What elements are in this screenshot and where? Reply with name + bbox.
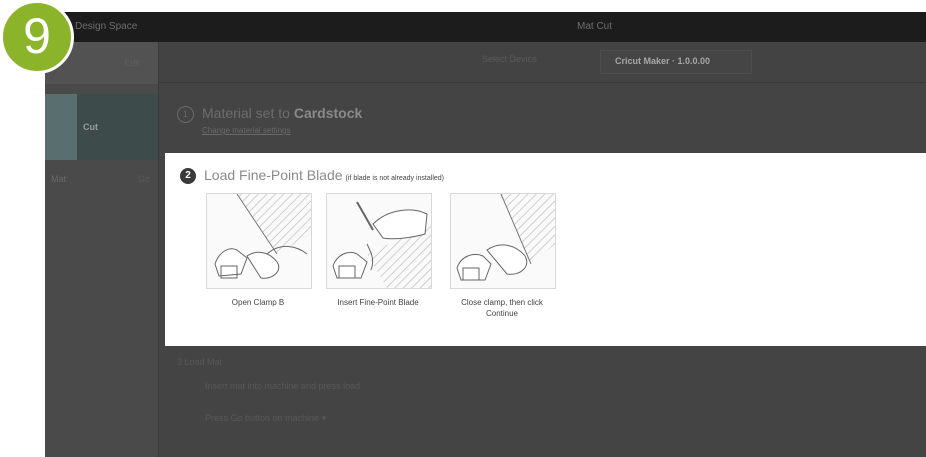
open-clamp-illustration xyxy=(206,193,312,289)
card-caption: Open Clamp B xyxy=(231,298,285,307)
step-load-mat-title: 3 Load Mat xyxy=(177,357,223,367)
panel-title-note: (if blade is not already installed) xyxy=(345,175,444,182)
sidebar-header-label: Edit xyxy=(124,58,140,68)
step-badge: 9 xyxy=(0,0,74,74)
sidebar-row-right: Go xyxy=(137,174,150,184)
load-blade-panel: 2 Load Fine-Point Blade (if blade is not … xyxy=(165,153,926,346)
change-material-link[interactable]: Change material settings xyxy=(202,126,291,135)
device-select[interactable]: Cricut Maker · 1.0.0.00 xyxy=(600,50,752,74)
panel-title-text: Load Fine-Point Blade xyxy=(204,167,343,183)
title-bar: Design Space Mat Cut xyxy=(45,12,926,42)
sidebar-row[interactable]: Mat Go xyxy=(45,170,158,190)
instruction-card: Insert Fine-Point Blade xyxy=(326,193,432,308)
sidebar-item-cut[interactable]: Cut xyxy=(45,94,158,160)
insert-blade-illustration xyxy=(326,193,432,289)
step-number: 1 xyxy=(177,106,194,123)
device-select-value: Cricut Maker · 1.0.0.00 xyxy=(615,56,711,66)
sidebar-item-label: Cut xyxy=(83,122,98,132)
toolbar: Select Device Cricut Maker · 1.0.0.00 xyxy=(159,42,926,83)
instruction-card: Close clamp, then click Continue xyxy=(450,193,556,319)
app-name: Design Space xyxy=(75,21,138,32)
instruction-text: Insert mat into machine and press load xyxy=(205,381,361,391)
card-caption: Insert Fine-Point Blade xyxy=(337,298,419,307)
sidebar-row-left: Mat xyxy=(51,174,67,184)
step-material: 1 Material set to Cardstock Change mater… xyxy=(177,100,577,140)
step-badge-number: 9 xyxy=(23,8,51,64)
instruction-card: Open Clamp B xyxy=(206,193,312,308)
go-instruction[interactable]: Press Go button on machine ▾ xyxy=(205,413,326,424)
window-title: Mat Cut xyxy=(577,21,613,32)
device-label: Select Device xyxy=(482,54,538,64)
step-title: Material set to Cardstock xyxy=(202,105,362,121)
material-name[interactable]: Cardstock xyxy=(294,105,362,121)
close-clamp-illustration xyxy=(450,193,556,289)
step-title-prefix: Material set to xyxy=(202,105,290,121)
sidebar: Edit Cut Mat Go xyxy=(45,42,159,457)
mat-thumbnail xyxy=(45,94,77,160)
card-caption: Close clamp, then click Continue xyxy=(461,298,543,318)
panel-title: Load Fine-Point Blade (if blade is not al… xyxy=(204,167,444,183)
step-number: 2 xyxy=(180,168,196,184)
